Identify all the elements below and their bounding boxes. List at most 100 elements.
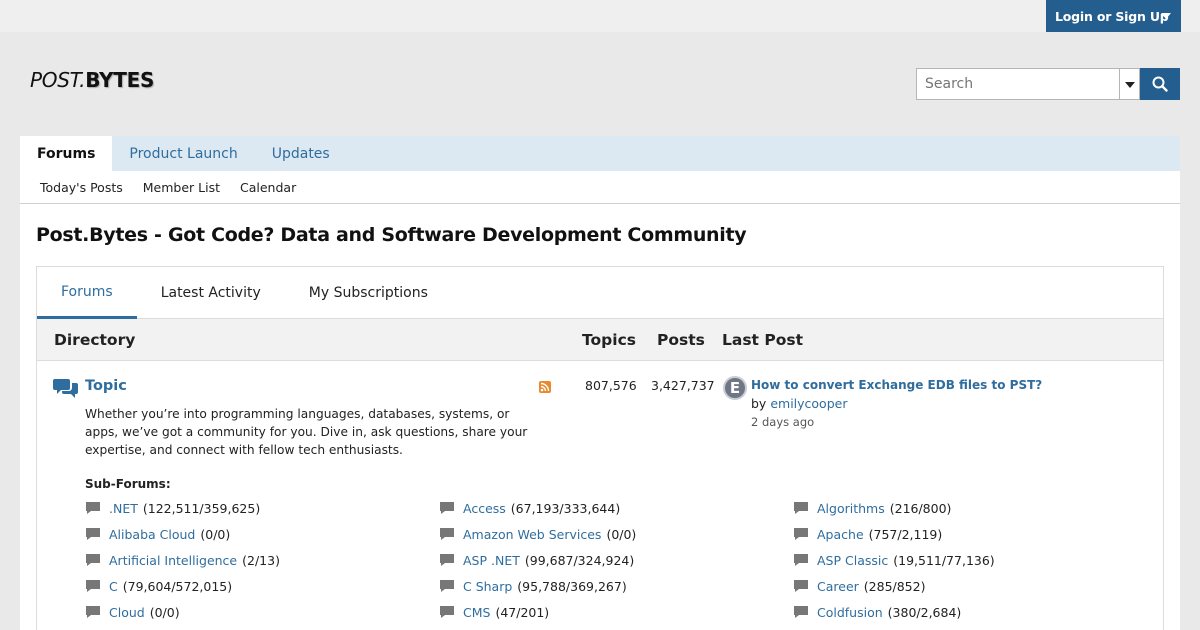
- tab-updates[interactable]: Updates: [255, 136, 347, 171]
- forum-panel: Forums Latest Activity My Subscriptions …: [36, 266, 1164, 630]
- chevron-down-icon: [1161, 13, 1171, 19]
- subforum-link[interactable]: Amazon Web Services: [463, 527, 601, 542]
- subforum-link[interactable]: ASP .NET: [463, 553, 520, 568]
- subforum-item: Algorithms (216/800): [793, 495, 1147, 521]
- subforum-item: C Sharp (95,788/369,267): [439, 573, 793, 599]
- caret-down-icon: [1125, 82, 1135, 88]
- main-nav-tabs: Forums Product Launch Updates: [20, 136, 1180, 171]
- rss-feed-icon[interactable]: [539, 381, 551, 393]
- site-logo[interactable]: POST.BYTES: [30, 68, 154, 92]
- subforum-count: (99,687/324,924): [524, 552, 635, 568]
- search-bar: [916, 68, 1180, 100]
- speech-bubble-icon: [440, 580, 454, 592]
- tab-forums[interactable]: Forums: [20, 136, 113, 171]
- search-input[interactable]: [916, 68, 1120, 100]
- speech-bubble-icon: [440, 528, 454, 540]
- speech-bubble-icon: [86, 528, 100, 540]
- author-link[interactable]: emilycooper: [770, 396, 847, 411]
- subforum-count: (216/800): [889, 500, 952, 516]
- subforum-item: Career (285/852): [793, 573, 1147, 599]
- speech-bubble-icon: [794, 580, 808, 592]
- top-bar: Login or Sign Up: [0, 0, 1200, 32]
- tab-product-launch[interactable]: Product Launch: [112, 136, 254, 171]
- subforum-count: (122,511/359,625): [142, 500, 261, 516]
- panel-tab-latest-activity[interactable]: Latest Activity: [137, 267, 285, 319]
- speech-bubble-icon: [440, 554, 454, 566]
- subforum-count: (285/852): [863, 578, 926, 594]
- subforum-count: (19,511/77,136): [893, 552, 995, 568]
- subforum-count: (380/2,684): [887, 604, 962, 620]
- search-button[interactable]: [1140, 68, 1180, 100]
- speech-bubble-icon: [794, 502, 808, 514]
- subnav-calendar[interactable]: Calendar: [240, 180, 296, 195]
- subforum-link[interactable]: Artificial Intelligence: [109, 553, 237, 568]
- subforum-item: Cloud (0/0): [85, 599, 439, 625]
- chat-bubbles-icon: [53, 379, 78, 398]
- panel-tabs: Forums Latest Activity My Subscriptions: [37, 267, 1163, 319]
- subforums-grid: .NET (122,511/359,625) Access (67,193/333,…: [85, 495, 1165, 625]
- speech-bubble-icon: [86, 580, 100, 592]
- subnav-member-list[interactable]: Member List: [143, 180, 220, 195]
- subforum-item: C (79,604/572,015): [85, 573, 439, 599]
- subforum-count: (757/2,119): [868, 526, 943, 542]
- login-signup-label: Login or Sign Up: [1055, 8, 1169, 24]
- subforum-count: (47/201): [495, 604, 550, 620]
- subforum-count: (95,788/369,267): [517, 578, 627, 594]
- subforum-link[interactable]: Access: [463, 501, 506, 516]
- subnav-todays-posts[interactable]: Today's Posts: [40, 180, 123, 195]
- forum-topics-count: 807,576: [585, 378, 637, 393]
- last-post-link[interactable]: How to convert Exchange EDB files to PST…: [751, 378, 1042, 392]
- subforums-label: Sub-Forums:: [85, 477, 171, 491]
- logo-text-part2: BYTES: [85, 68, 155, 92]
- subforum-count: (0/0): [200, 526, 231, 542]
- sub-nav: Today's Posts Member List Calendar: [20, 171, 1180, 204]
- subforum-link[interactable]: C Sharp: [463, 579, 512, 594]
- subforum-item: ASP .NET (99,687/324,924): [439, 547, 793, 573]
- speech-bubble-icon: [86, 606, 100, 618]
- forum-link-topic[interactable]: Topic: [85, 378, 127, 394]
- speech-bubble-icon: [794, 554, 808, 566]
- subforum-item: Access (67,193/333,644): [439, 495, 793, 521]
- subforum-count: (67,193/333,644): [510, 500, 621, 516]
- speech-bubble-icon: [794, 606, 808, 618]
- main-content: Post.Bytes - Got Code? Data and Software…: [20, 204, 1180, 630]
- directory-header: Directory Topics Posts Last Post: [37, 319, 1163, 361]
- subforum-count: (79,604/572,015): [122, 578, 233, 594]
- subforum-link[interactable]: ASP Classic: [817, 553, 888, 568]
- panel-tab-forums[interactable]: Forums: [37, 267, 137, 319]
- subforum-count: (2/13): [242, 552, 280, 568]
- subforum-item: Coldfusion (380/2,684): [793, 599, 1147, 625]
- subforum-item: Apache (757/2,119): [793, 521, 1147, 547]
- last-post-time: 2 days ago: [751, 415, 815, 429]
- page-title: Post.Bytes - Got Code? Data and Software…: [36, 224, 747, 246]
- last-post-author: by emilycooper: [751, 396, 847, 411]
- subforum-count: (0/0): [149, 604, 180, 620]
- login-signup-button[interactable]: Login or Sign Up: [1046, 0, 1181, 32]
- subforum-item: .NET (122,511/359,625): [85, 495, 439, 521]
- forum-posts-count: 3,427,737: [651, 378, 715, 393]
- subforum-link[interactable]: Career: [817, 579, 859, 594]
- topics-heading: Topics: [582, 331, 636, 349]
- subforum-link[interactable]: Cloud: [109, 605, 145, 620]
- panel-tab-my-subscriptions[interactable]: My Subscriptions: [285, 267, 452, 319]
- directory-heading: Directory: [54, 331, 136, 349]
- subforum-link[interactable]: CMS: [463, 605, 490, 620]
- last-post-heading: Last Post: [722, 331, 804, 349]
- speech-bubble-icon: [440, 502, 454, 514]
- subforum-link[interactable]: Apache: [817, 527, 864, 542]
- speech-bubble-icon: [794, 528, 808, 540]
- subforum-item: Artificial Intelligence (2/13): [85, 547, 439, 573]
- subforum-link[interactable]: .NET: [109, 501, 138, 516]
- subforum-link[interactable]: Alibaba Cloud: [109, 527, 195, 542]
- subforum-link[interactable]: C: [109, 579, 118, 594]
- subforum-item: Amazon Web Services (0/0): [439, 521, 793, 547]
- avatar[interactable]: E: [723, 376, 747, 400]
- subforum-link[interactable]: Algorithms: [817, 501, 885, 516]
- subforum-count: (0/0): [606, 526, 637, 542]
- speech-bubble-icon: [86, 554, 100, 566]
- search-options-dropdown[interactable]: [1120, 68, 1140, 100]
- forum-description: Whether you’re into programming language…: [85, 407, 528, 457]
- posts-heading: Posts: [657, 331, 705, 349]
- subforum-link[interactable]: Coldfusion: [817, 605, 883, 620]
- logo-text-part1: POST.: [30, 68, 86, 92]
